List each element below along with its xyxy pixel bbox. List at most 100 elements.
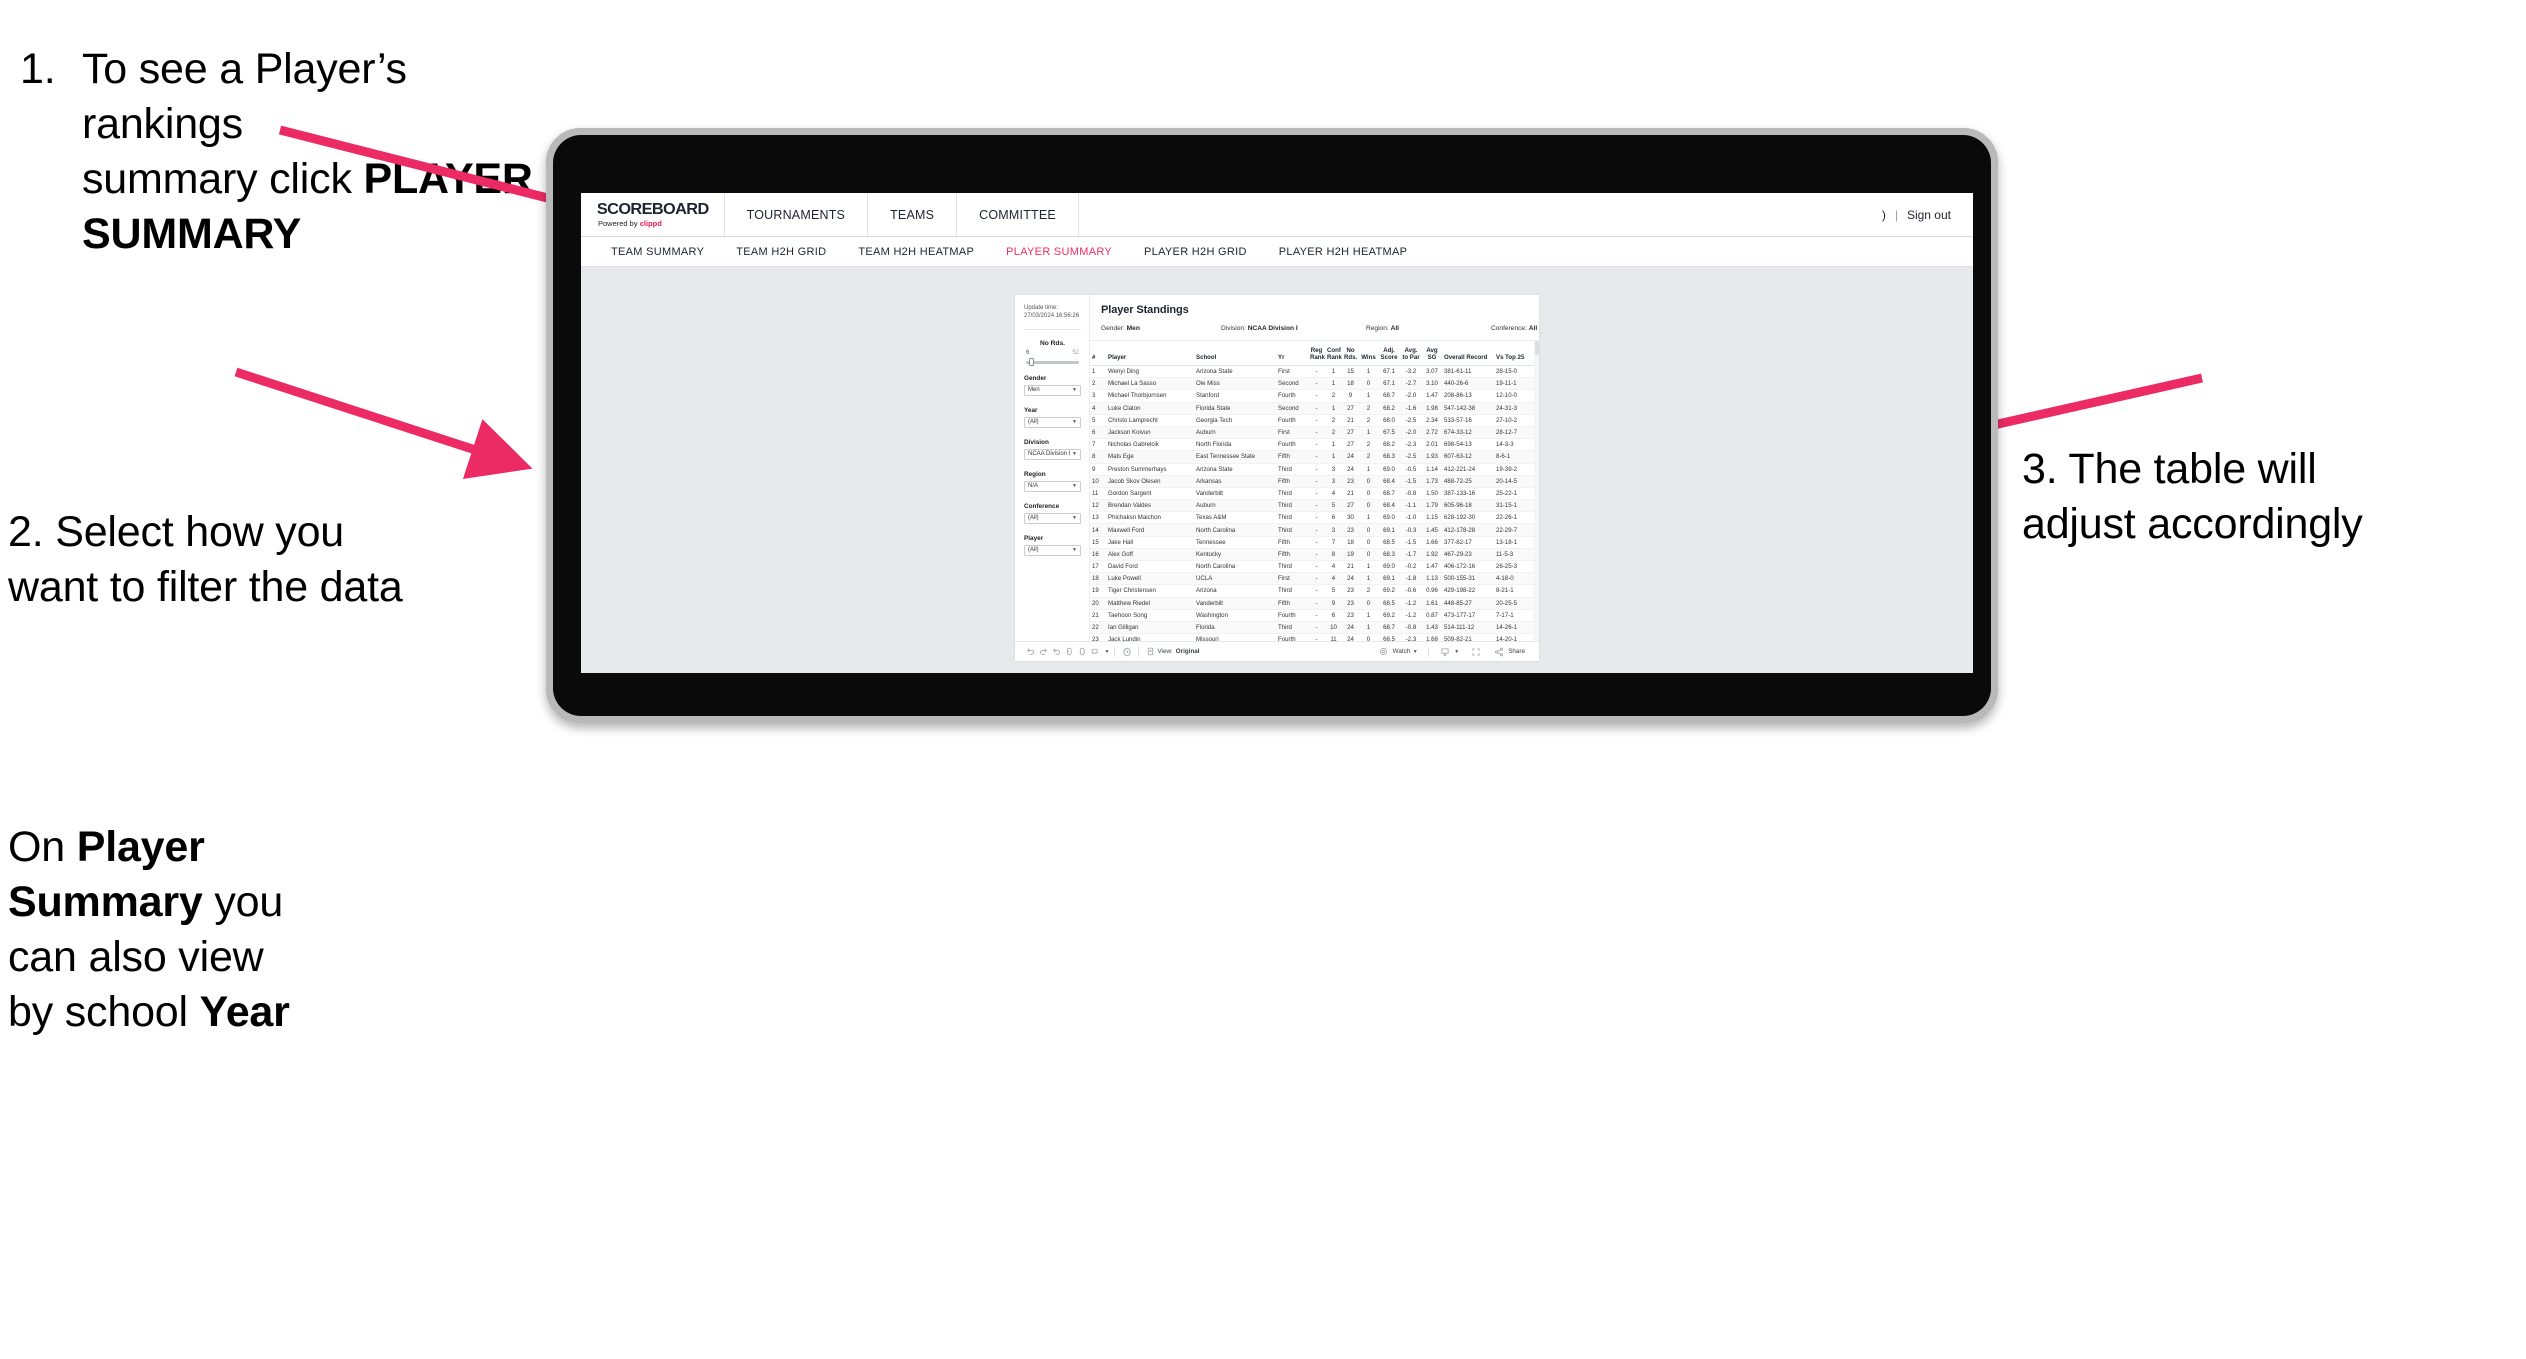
view-icon[interactable] (1144, 645, 1157, 658)
annotation-step-2b-bold1: Player (76, 823, 205, 871)
cell-no-rds: 24 (1342, 463, 1359, 476)
filter-division-dropdown[interactable]: NCAA Division I ▼ (1024, 448, 1081, 460)
table-row[interactable]: 23 Jack Lundin Missouri Fourth -11 24 0 68.5 -2.… (1090, 633, 1539, 641)
filter-year-dropdown[interactable]: (All) ▼ (1024, 416, 1081, 428)
filter-region-dropdown[interactable]: N/A ▼ (1024, 480, 1081, 492)
col-avg-sg[interactable]: Avg SG (1422, 341, 1442, 366)
col-conf-rank[interactable]: Conf Rank (1325, 341, 1342, 366)
cell-avg-to-par: -0.8 (1400, 487, 1422, 501)
table-row[interactable]: 8 Mats Ege East Tennessee State Fifth -1 24 2 6… (1090, 450, 1539, 464)
table-row[interactable]: 21 Taehoon Song Washington Fourth -6 23 1 69.2-… (1090, 609, 1539, 622)
topnav-item-committee[interactable]: COMMITTEE (957, 193, 1079, 236)
cell-avg-to-par: -0.2 (1400, 560, 1422, 574)
cell-avg-sg: 1.68 (1422, 633, 1442, 641)
table-row[interactable]: 16 Alex Goff Kentucky Fifth -8 19 0 68.3 -1.7 1.9… (1090, 548, 1539, 562)
view-selector[interactable]: View: Original (1157, 648, 1199, 655)
slider-handle[interactable] (1029, 358, 1034, 367)
table-row[interactable]: 18 Luke Powell UCLA First -4 24 1 69.1 -1.8 1.13 5… (1090, 572, 1539, 586)
col-avg-to-par[interactable]: Avg. to Par (1400, 341, 1422, 366)
cell-reg-rank: - (1308, 426, 1325, 440)
cell-overall-record: 698-54-13 (1442, 438, 1494, 452)
table-scrollbar[interactable] (1534, 341, 1539, 641)
table-row[interactable]: 11 Gordon Sargent Vanderbilt Third -4 21 0 68.7… (1090, 487, 1539, 501)
filter-gender-dropdown[interactable]: Men ▼ (1024, 384, 1081, 396)
refresh-icon[interactable] (1063, 645, 1076, 658)
cell-school: Washington (1194, 609, 1276, 622)
cell-no-rds: 27 (1342, 499, 1359, 513)
col-no-rds[interactable]: No Rds. (1342, 341, 1359, 366)
user-account-icon[interactable]: ) (1882, 208, 1886, 222)
table-row[interactable]: 14 Maxwell Ford North Carolina Third -3 23 0 69… (1090, 523, 1539, 537)
app-logo[interactable]: SCOREBOARD Powered by clippd (581, 193, 725, 236)
topnav-item-tournaments[interactable]: TOURNAMENTS (725, 193, 869, 236)
cell-overall-record: 628-192-30 (1442, 511, 1494, 525)
cell-player: Maxwell Ford (1106, 523, 1194, 537)
cell-school: North Carolina (1194, 560, 1276, 574)
table-row[interactable]: 3 Michael Thorbjornsen Stanford Fourth -2 9 1 6… (1090, 389, 1539, 403)
cell-wins: 1 (1359, 389, 1378, 403)
table-row[interactable]: 5 Christo Lamprecht Georgia Tech Fourth -2 21… (1090, 414, 1539, 427)
toolbar-divider (1427, 646, 1429, 657)
col-overall-record[interactable]: Overall Record (1442, 341, 1494, 366)
watch-button[interactable]: Watch ▼ (1372, 645, 1423, 658)
fullscreen-button[interactable] (1464, 645, 1487, 658)
tab-player-h2h-grid[interactable]: PLAYER H2H GRID (1128, 246, 1263, 258)
table-row[interactable]: 4 Luke Claton Florida State Second -1 27 2 68.2… (1090, 402, 1539, 415)
table-row[interactable]: 15 Jake Hall Tennessee Fifth -7 18 0 68.5 -1.5 1.… (1090, 536, 1539, 549)
share-button[interactable]: Share (1487, 645, 1530, 658)
table-row[interactable]: 20 Matthew Riedel Vanderbilt Fifth -9 23 0 68.5… (1090, 597, 1539, 610)
sign-out-link[interactable]: Sign out (1907, 208, 1951, 222)
cell-conf-rank: 8 (1325, 548, 1342, 562)
col-reg-rank[interactable]: Reg Rank (1308, 341, 1325, 366)
no-rounds-slider[interactable] (1026, 358, 1079, 367)
col-school[interactable]: School (1194, 341, 1276, 366)
cell-wins: 1 (1359, 463, 1378, 476)
col-player[interactable]: Player (1106, 341, 1194, 366)
tab-player-summary[interactable]: PLAYER SUMMARY (990, 246, 1128, 258)
download-button[interactable]: ▼ (1434, 645, 1464, 658)
cell-adj-score: 68.7 (1378, 487, 1400, 501)
device-layout-icon[interactable] (1089, 645, 1102, 658)
filter-conference-dropdown[interactable]: (All) ▼ (1024, 512, 1081, 524)
cell-school: Florida State (1194, 402, 1276, 415)
table-row[interactable]: 9 Preston Summerhays Arizona State Third -3 2… (1090, 463, 1539, 476)
topnav-item-teams[interactable]: TEAMS (868, 193, 958, 236)
table-row[interactable]: 17 David Ford North Carolina Third -4 21 1 69.0… (1090, 560, 1539, 574)
tab-team-h2h-heatmap[interactable]: TEAM H2H HEATMAP (842, 246, 990, 258)
cell-avg-sg: 1.43 (1422, 621, 1442, 635)
col-adj-score[interactable]: Adj. Score (1378, 341, 1400, 366)
cell-adj-score: 68.5 (1378, 597, 1400, 610)
table-row[interactable]: 6 Jackson Koivun Auburn First -2 27 1 67.5 -2.0 2… (1090, 426, 1539, 440)
cell-reg-rank: - (1308, 523, 1325, 537)
cell-yr: Fourth (1276, 438, 1308, 452)
filter-player-dropdown[interactable]: (All) ▼ (1024, 544, 1081, 556)
col-wins[interactable]: Wins (1359, 341, 1378, 366)
table-row[interactable]: 22 Ian Gilligan Florida Third -10 24 1 68.7 -0.8… (1090, 621, 1539, 635)
table-row[interactable]: 19 Tiger Christensen Arizona Third -5 23 2 69.2… (1090, 584, 1539, 598)
chevron-down-icon[interactable]: ▼ (1105, 649, 1110, 655)
cell-school: Missouri (1194, 633, 1276, 641)
cell-no-rds: 23 (1342, 475, 1359, 488)
tab-player-h2h-heatmap[interactable]: PLAYER H2H HEATMAP (1263, 246, 1423, 258)
revert-icon[interactable] (1050, 645, 1063, 658)
table-row[interactable]: 12 Brendan Valdes Auburn Third -5 27 0 68.4 -1.1… (1090, 499, 1539, 513)
table-row[interactable]: 1 Wenyi Ding Arizona State First -1 15 1 67.1 -3… (1090, 365, 1539, 379)
cell-yr: Third (1276, 499, 1308, 513)
col-rank[interactable]: # (1090, 341, 1106, 366)
slide-root: 1. To see a Player’s rankings summary cl… (0, 0, 2526, 1359)
table-row[interactable]: 10 Jacob Skov Olesen Arkansas Fifth -3 23 0 68.… (1090, 475, 1539, 488)
cell-vs-top-25: 14-26-1 (1494, 621, 1532, 635)
tab-team-h2h-grid[interactable]: TEAM H2H GRID (720, 246, 842, 258)
history-icon[interactable] (1120, 645, 1133, 658)
table-row[interactable]: 13 Phichaksn Maichon Texas A&M Third -6 30 1 69… (1090, 511, 1539, 525)
share-icon (1492, 645, 1505, 658)
redo-icon[interactable] (1037, 645, 1050, 658)
pause-icon[interactable] (1076, 645, 1089, 658)
col-vs-top-25[interactable]: Vs Top 25 (1494, 341, 1532, 366)
undo-icon[interactable] (1024, 645, 1037, 658)
table-row[interactable]: 2 Michael La Sasso Ole Miss Second -1 18 0 67.1… (1090, 377, 1539, 391)
tab-team-summary[interactable]: TEAM SUMMARY (595, 246, 720, 258)
table-row[interactable]: 7 Nicholas Gabrelcik North Florida Fourth -1… (1090, 438, 1539, 452)
col-yr[interactable]: Yr (1276, 341, 1308, 366)
scrollbar-thumb[interactable] (1534, 341, 1539, 355)
